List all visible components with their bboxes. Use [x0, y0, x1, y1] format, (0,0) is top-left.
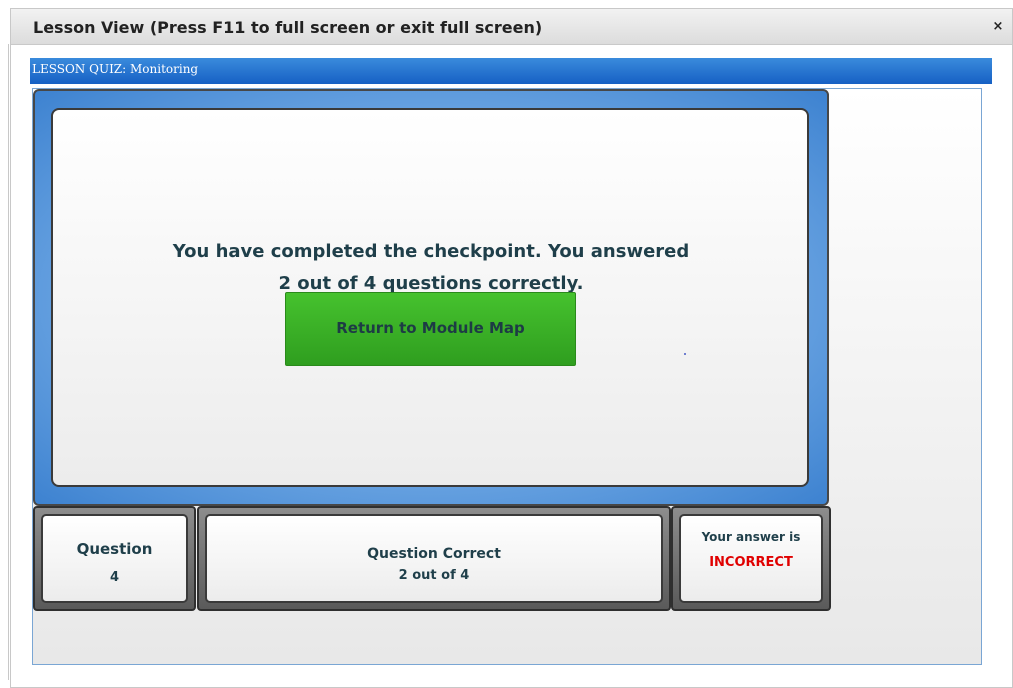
question-label: Question	[76, 540, 153, 558]
answer-status-label: Your answer is	[701, 530, 801, 544]
question-number-box: Question 4	[33, 506, 196, 611]
close-icon[interactable]: ×	[990, 19, 1006, 35]
answer-status-box: Your answer is INCORRECT	[671, 506, 831, 611]
stray-dot	[684, 353, 686, 355]
dialog-title: Lesson View (Press F11 to full screen or…	[33, 18, 543, 37]
return-to-module-map-button[interactable]: Return to Module Map	[285, 292, 576, 366]
questions-correct-inner: Question Correct 2 out of 4	[205, 514, 663, 603]
lesson-header-bar: LESSON QUIZ: Monitoring	[30, 58, 992, 84]
questions-correct-value: 2 out of 4	[398, 568, 470, 583]
completion-message: You have completed the checkpoint. You a…	[62, 236, 800, 300]
questions-correct-label: Question Correct	[367, 546, 501, 562]
completion-line-1: You have completed the checkpoint. You a…	[172, 241, 690, 262]
question-value: 4	[109, 570, 120, 585]
dialog-titlebar: Lesson View (Press F11 to full screen or…	[11, 9, 1012, 45]
answer-status-value: INCORRECT	[709, 555, 793, 570]
return-button-label: Return to Module Map	[336, 319, 525, 337]
answer-status-inner: Your answer is INCORRECT	[679, 514, 823, 603]
questions-correct-box: Question Correct 2 out of 4	[197, 506, 671, 611]
question-number-inner: Question 4	[41, 514, 188, 603]
lesson-title: LESSON QUIZ: Monitoring	[32, 62, 199, 76]
